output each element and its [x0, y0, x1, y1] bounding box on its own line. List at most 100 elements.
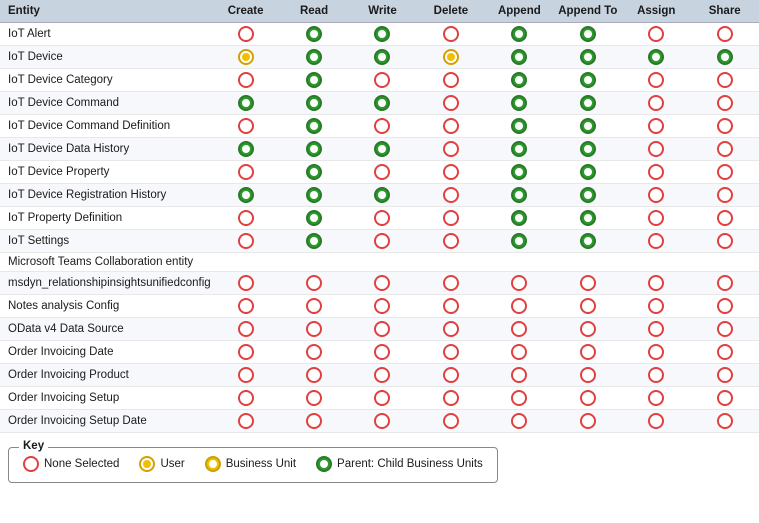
perm-icon-none[interactable]	[648, 210, 664, 226]
perm-icon-none[interactable]	[238, 26, 254, 42]
perm-cell[interactable]	[417, 341, 485, 364]
perm-icon-none[interactable]	[306, 413, 322, 429]
perm-cell[interactable]	[554, 23, 622, 46]
perm-icon-parent[interactable]	[306, 210, 322, 226]
perm-cell[interactable]	[280, 295, 348, 318]
perm-cell[interactable]	[622, 115, 690, 138]
perm-cell[interactable]	[348, 161, 416, 184]
perm-icon-none[interactable]	[443, 390, 459, 406]
perm-icon-none[interactable]	[648, 413, 664, 429]
perm-cell[interactable]	[690, 272, 759, 295]
perm-cell[interactable]	[280, 364, 348, 387]
perm-icon-none[interactable]	[443, 321, 459, 337]
perm-cell[interactable]	[417, 184, 485, 207]
perm-icon-none[interactable]	[238, 275, 254, 291]
perm-cell[interactable]	[485, 184, 553, 207]
perm-icon-none[interactable]	[306, 344, 322, 360]
perm-cell[interactable]	[690, 364, 759, 387]
perm-cell[interactable]	[485, 364, 553, 387]
perm-icon-none[interactable]	[717, 187, 733, 203]
perm-icon-parent[interactable]	[306, 187, 322, 203]
perm-cell[interactable]	[690, 46, 759, 69]
perm-icon-parent[interactable]	[511, 233, 527, 249]
perm-icon-none[interactable]	[238, 233, 254, 249]
perm-cell[interactable]	[211, 138, 279, 161]
perm-cell[interactable]	[622, 253, 690, 272]
perm-cell[interactable]	[211, 410, 279, 433]
perm-icon-parent[interactable]	[306, 141, 322, 157]
perm-icon-none[interactable]	[238, 164, 254, 180]
perm-cell[interactable]	[211, 184, 279, 207]
perm-icon-none[interactable]	[306, 321, 322, 337]
perm-cell[interactable]	[348, 184, 416, 207]
perm-icon-none[interactable]	[648, 72, 664, 88]
perm-icon-parent[interactable]	[374, 187, 390, 203]
perm-cell[interactable]	[485, 295, 553, 318]
perm-cell[interactable]	[417, 69, 485, 92]
perm-icon-none[interactable]	[717, 210, 733, 226]
perm-icon-none[interactable]	[443, 344, 459, 360]
perm-cell[interactable]	[280, 184, 348, 207]
perm-icon-parent[interactable]	[580, 141, 596, 157]
perm-icon-user[interactable]	[238, 49, 254, 65]
perm-cell[interactable]	[554, 46, 622, 69]
perm-icon-parent[interactable]	[306, 233, 322, 249]
perm-icon-none[interactable]	[374, 72, 390, 88]
perm-icon-none[interactable]	[238, 210, 254, 226]
perm-cell[interactable]	[348, 69, 416, 92]
perm-icon-none[interactable]	[306, 275, 322, 291]
perm-icon-none[interactable]	[648, 141, 664, 157]
perm-icon-none[interactable]	[511, 321, 527, 337]
perm-icon-none[interactable]	[374, 233, 390, 249]
perm-cell[interactable]	[554, 184, 622, 207]
perm-cell[interactable]	[690, 69, 759, 92]
perm-cell[interactable]	[348, 207, 416, 230]
perm-cell[interactable]	[211, 23, 279, 46]
perm-icon-none[interactable]	[374, 164, 390, 180]
perm-icon-none[interactable]	[511, 298, 527, 314]
perm-icon-parent[interactable]	[511, 72, 527, 88]
perm-icon-parent[interactable]	[374, 49, 390, 65]
perm-cell[interactable]	[622, 341, 690, 364]
perm-icon-none[interactable]	[374, 413, 390, 429]
perm-cell[interactable]	[485, 115, 553, 138]
perm-icon-none[interactable]	[443, 298, 459, 314]
perm-icon-none[interactable]	[580, 298, 596, 314]
perm-cell[interactable]	[554, 364, 622, 387]
perm-cell[interactable]	[690, 23, 759, 46]
perm-icon-none[interactable]	[580, 275, 596, 291]
perm-icon-none[interactable]	[374, 118, 390, 134]
perm-cell[interactable]	[417, 23, 485, 46]
perm-cell[interactable]	[690, 341, 759, 364]
perm-cell[interactable]	[417, 207, 485, 230]
perm-icon-parent[interactable]	[511, 164, 527, 180]
perm-cell[interactable]	[485, 230, 553, 253]
perm-cell[interactable]	[622, 364, 690, 387]
perm-icon-parent[interactable]	[580, 95, 596, 111]
perm-cell[interactable]	[211, 364, 279, 387]
perm-cell[interactable]	[485, 92, 553, 115]
perm-cell[interactable]	[690, 318, 759, 341]
perm-cell[interactable]	[280, 410, 348, 433]
perm-cell[interactable]	[417, 161, 485, 184]
perm-icon-none[interactable]	[443, 233, 459, 249]
perm-cell[interactable]	[554, 230, 622, 253]
perm-icon-none[interactable]	[374, 321, 390, 337]
perm-cell[interactable]	[280, 161, 348, 184]
perm-cell[interactable]	[417, 253, 485, 272]
perm-cell[interactable]	[622, 272, 690, 295]
perm-icon-parent[interactable]	[511, 95, 527, 111]
perm-icon-none[interactable]	[238, 321, 254, 337]
perm-cell[interactable]	[348, 410, 416, 433]
perm-cell[interactable]	[211, 387, 279, 410]
perm-cell[interactable]	[280, 318, 348, 341]
perm-cell[interactable]	[211, 295, 279, 318]
perm-cell[interactable]	[485, 253, 553, 272]
perm-icon-none[interactable]	[648, 390, 664, 406]
perm-cell[interactable]	[622, 318, 690, 341]
perm-cell[interactable]	[280, 253, 348, 272]
perm-cell[interactable]	[554, 92, 622, 115]
perm-cell[interactable]	[554, 295, 622, 318]
perm-cell[interactable]	[280, 207, 348, 230]
perm-icon-parent[interactable]	[580, 164, 596, 180]
